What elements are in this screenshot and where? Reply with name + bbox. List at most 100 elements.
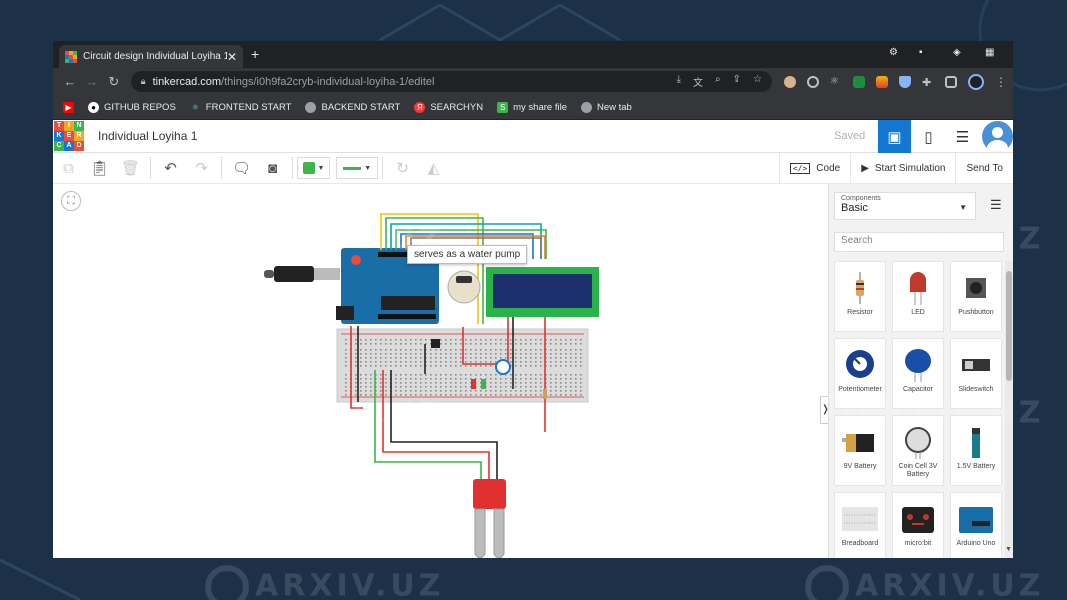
breadboard-hole — [360, 357, 362, 359]
design-title[interactable]: Individual Loyiha 1 — [98, 129, 197, 143]
bookmark-frontend-start[interactable]: ⚛ FRONTEND START — [190, 102, 292, 113]
react-devtools-icon[interactable]: ⚛ — [830, 76, 842, 88]
flip-icon[interactable]: ◭ — [418, 159, 449, 177]
breadboard-hole — [445, 349, 447, 351]
breadboard-hole — [555, 357, 557, 359]
breadboard-hole — [500, 378, 502, 380]
breadboard-hole — [435, 382, 437, 384]
globe-icon — [305, 101, 317, 113]
breadboard-hole — [575, 365, 577, 367]
start-simulation-button[interactable]: ▶ Start Simulation — [850, 153, 955, 184]
component-breadboard[interactable]: Breadboard — [834, 492, 886, 558]
breadboard-hole — [460, 390, 462, 392]
back-icon[interactable]: ← — [59, 74, 81, 89]
soil-sensor-board[interactable] — [473, 479, 506, 509]
notes-toggle-icon[interactable]: ◙ — [257, 160, 288, 177]
bookmark-github-repos[interactable]: ● GITHUB REPOS — [88, 101, 176, 113]
component-pushbutton[interactable]: Pushbutton — [950, 261, 1002, 332]
component-arduino-uno[interactable]: Arduino Uno — [950, 492, 1002, 558]
breadboard-hole — [345, 378, 347, 380]
list-view-icon[interactable]: ☰ — [990, 197, 1002, 213]
breadboard-hole — [470, 353, 472, 355]
bookmark-my-share-file[interactable]: S my share file — [497, 101, 567, 113]
bookmark-backend-start[interactable]: BACKEND START — [305, 101, 400, 113]
component-microbit[interactable]: micro:bit — [892, 492, 944, 558]
breadboard-hole — [415, 343, 417, 345]
component-led[interactable]: LED — [892, 261, 944, 332]
delete-icon[interactable]: 🗑︎ — [115, 159, 146, 177]
color-picker[interactable]: ▼ — [297, 157, 330, 179]
scroll-thumb[interactable] — [1006, 271, 1012, 381]
extension-icon[interactable] — [806, 75, 819, 88]
breadboard-hole — [475, 365, 477, 367]
tinkercad-logo[interactable]: T I N K E R C A D — [54, 121, 84, 151]
profile-avatar[interactable] — [967, 73, 984, 90]
rotate-icon[interactable]: ↻ — [387, 159, 418, 177]
breadboard-hole — [535, 394, 537, 396]
user-avatar[interactable] — [982, 121, 1013, 152]
logo-letter: A — [64, 141, 74, 151]
bookmark-new-tab[interactable]: New tab — [580, 101, 632, 113]
notes-icon[interactable]: 🗨︎ — [226, 159, 257, 177]
breadboard-hole — [450, 378, 452, 380]
address-bar[interactable]: 🔒︎ tinkercad.com /things/i0h9fa2cryb-ind… — [130, 71, 772, 92]
breadboard-hole — [565, 386, 567, 388]
puzzle-icon[interactable]: ✚ — [922, 76, 934, 89]
dc-motor[interactable] — [447, 270, 481, 304]
paste-icon[interactable]: 📋︎ — [84, 159, 115, 177]
breadboard-hole — [560, 390, 562, 392]
breadboard-hole — [575, 349, 577, 351]
breadboard-hole — [470, 339, 472, 341]
potentiometer[interactable] — [495, 359, 511, 375]
breadboard-hole — [365, 382, 367, 384]
extension-icon[interactable] — [875, 75, 888, 88]
sidepanel-icon[interactable] — [944, 75, 957, 88]
breadboard-hole — [530, 378, 532, 380]
zoom-icon[interactable]: ⌕ — [715, 74, 721, 89]
breadboard-hole — [380, 386, 382, 388]
youtube-icon[interactable]: ▶ — [63, 101, 74, 113]
breadboard-hole — [550, 386, 552, 388]
browser-tab[interactable]: Circuit design Individual Loyiha 1 ✕ — [59, 45, 243, 68]
breadboard-hole — [450, 357, 452, 359]
undo-icon[interactable]: ↶ — [155, 159, 186, 177]
translate-icon[interactable]: 文 — [693, 74, 703, 89]
extension-icon[interactable]: ⚙ — [889, 47, 898, 58]
forward-icon[interactable]: → — [81, 74, 103, 89]
copy-icon[interactable]: ⧉ — [53, 160, 84, 177]
component-resistor[interactable]: Resistor — [834, 261, 886, 332]
scroll-down-icon[interactable]: ▼ — [1005, 546, 1013, 553]
extension-icon[interactable] — [783, 75, 796, 88]
schematic-view-button[interactable]: ▯ — [912, 120, 945, 153]
circuit-view-button[interactable]: ▣ — [878, 120, 911, 153]
component-category-dropdown[interactable]: Components Basic ▼ — [834, 192, 976, 220]
new-tab-icon[interactable]: + — [251, 46, 259, 62]
close-tab-icon[interactable]: ✕ — [227, 50, 237, 64]
wire-type-picker[interactable]: ▼ — [336, 157, 378, 179]
breadboard-hole — [405, 361, 407, 363]
bookmark-star-icon[interactable]: ☆ — [753, 74, 762, 89]
component-list-button[interactable]: ☰ — [946, 120, 979, 153]
shield-icon[interactable] — [898, 75, 911, 88]
breadboard-hole — [425, 374, 427, 376]
breadboard-hole — [470, 374, 472, 376]
extension-icon[interactable]: ▪ — [919, 47, 923, 58]
extension-icon[interactable] — [852, 75, 865, 88]
breadboard-hole — [370, 357, 372, 359]
pushbutton-icon — [966, 278, 986, 298]
code-button[interactable]: </> Code — [778, 153, 850, 184]
breadboard-hole — [475, 394, 477, 396]
breadboard-hole — [510, 361, 512, 363]
breadboard-hole — [500, 357, 502, 359]
qr-icon[interactable]: ▦ — [985, 47, 994, 58]
send-to-button[interactable]: Send To — [955, 153, 1013, 184]
menu-dots-icon[interactable]: ⋮ — [995, 75, 1007, 89]
breadboard-hole — [555, 386, 557, 388]
bookmark-searchyn[interactable]: Я SEARCHYN — [414, 101, 483, 113]
share-icon[interactable]: ⇪ — [733, 74, 741, 89]
reload-icon[interactable]: ↻ — [103, 74, 125, 90]
breadboard-hole — [535, 349, 537, 351]
redo-icon[interactable]: ↷ — [186, 159, 217, 177]
extension-icon[interactable]: ◈ — [953, 47, 961, 58]
download-icon[interactable]: ⤓ — [677, 74, 681, 89]
